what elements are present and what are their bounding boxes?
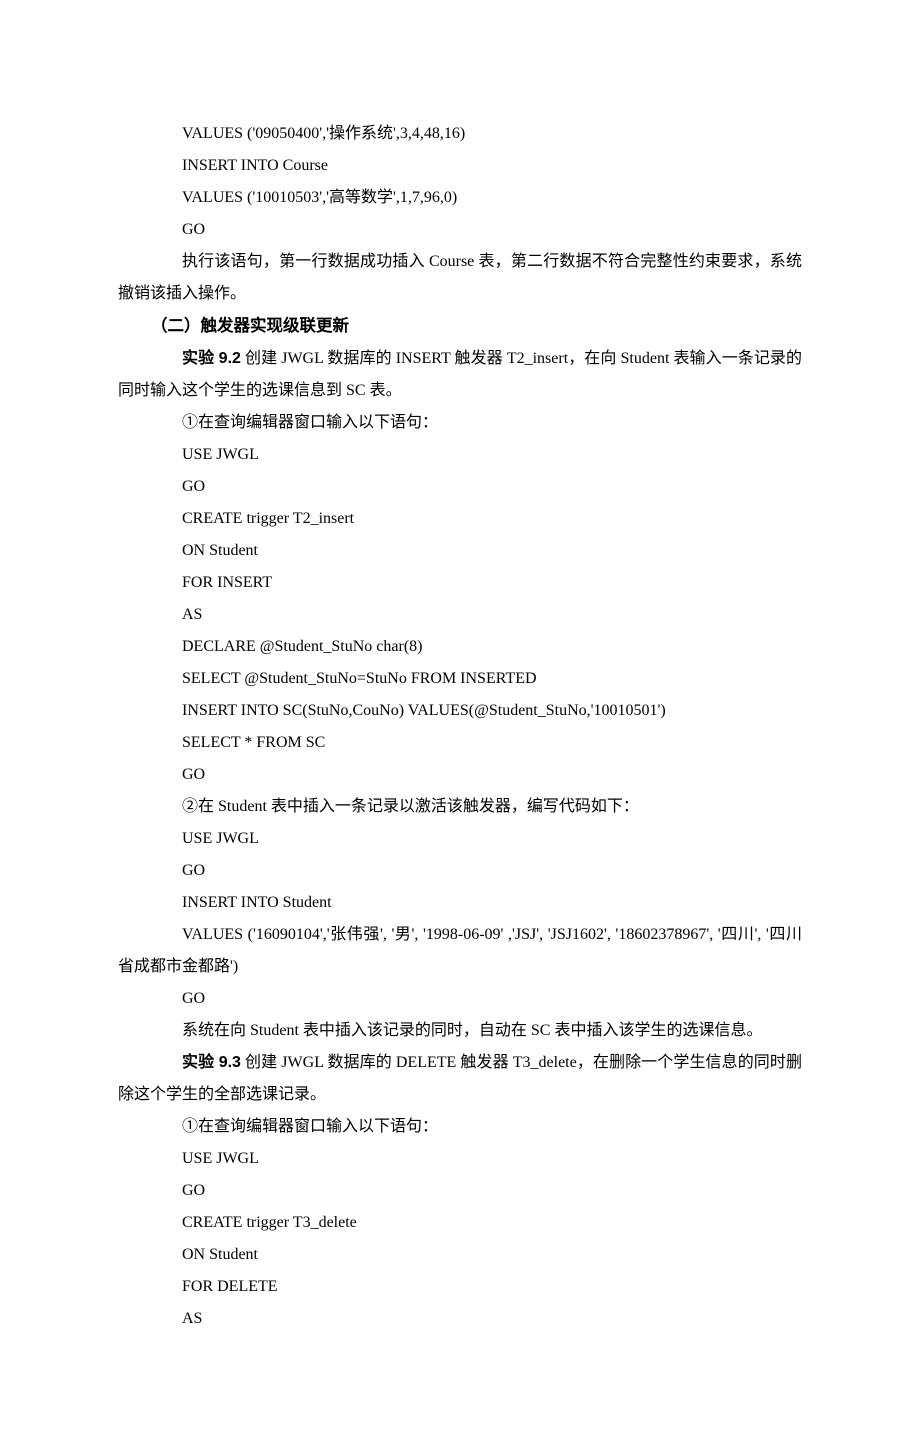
code-line: FOR INSERT (118, 567, 802, 599)
code-line: VALUES ('09050400','操作系统',3,4,48,16) (118, 118, 802, 150)
code-line: GO (118, 1175, 802, 1207)
code-line: INSERT INTO SC(StuNo,CouNo) VALUES(@Stud… (118, 695, 802, 727)
code-line: GO (118, 214, 802, 246)
code-line: VALUES ('10010503','高等数学',1,7,96,0) (118, 182, 802, 214)
body-text: 系统在向 Student 表中插入该记录的同时，自动在 SC 表中插入该学生的选… (118, 1015, 802, 1047)
code-line: DECLARE @Student_StuNo char(8) (118, 631, 802, 663)
code-line: SELECT @Student_StuNo=StuNo FROM INSERTE… (118, 663, 802, 695)
code-line: FOR DELETE (118, 1271, 802, 1303)
code-line: USE JWGL (118, 1143, 802, 1175)
document-page: VALUES ('09050400','操作系统',3,4,48,16) INS… (0, 0, 920, 1435)
experiment-9-3: 实验 9.3 创建 JWGL 数据库的 DELETE 触发器 T3_delete… (118, 1047, 802, 1111)
code-line: AS (118, 599, 802, 631)
code-line: GO (118, 855, 802, 887)
code-line: ON Student (118, 535, 802, 567)
body-text: ①在查询编辑器窗口输入以下语句： (118, 1111, 802, 1143)
code-line: AS (118, 1303, 802, 1335)
body-text: ①在查询编辑器窗口输入以下语句： (118, 407, 802, 439)
code-line: GO (118, 759, 802, 791)
code-line: ON Student (118, 1239, 802, 1271)
code-line: VALUES ('16090104','张伟强', '男', '1998-06-… (118, 919, 802, 983)
code-line: GO (118, 471, 802, 503)
section-heading: （二）触发器实现级联更新 (118, 310, 802, 343)
body-text: ②在 Student 表中插入一条记录以激活该触发器，编写代码如下： (118, 791, 802, 823)
code-line: INSERT INTO Student (118, 887, 802, 919)
experiment-label: 实验 9.2 (182, 350, 241, 367)
body-text: 执行该语句，第一行数据成功插入 Course 表，第二行数据不符合完整性约束要求… (118, 246, 802, 310)
code-line: GO (118, 983, 802, 1015)
code-line: USE JWGL (118, 823, 802, 855)
code-line: CREATE trigger T2_insert (118, 503, 802, 535)
code-line: CREATE trigger T3_delete (118, 1207, 802, 1239)
code-line: SELECT * FROM SC (118, 727, 802, 759)
code-line: INSERT INTO Course (118, 150, 802, 182)
code-line: USE JWGL (118, 439, 802, 471)
experiment-label: 实验 9.3 (182, 1054, 241, 1071)
experiment-9-2: 实验 9.2 创建 JWGL 数据库的 INSERT 触发器 T2_insert… (118, 343, 802, 407)
